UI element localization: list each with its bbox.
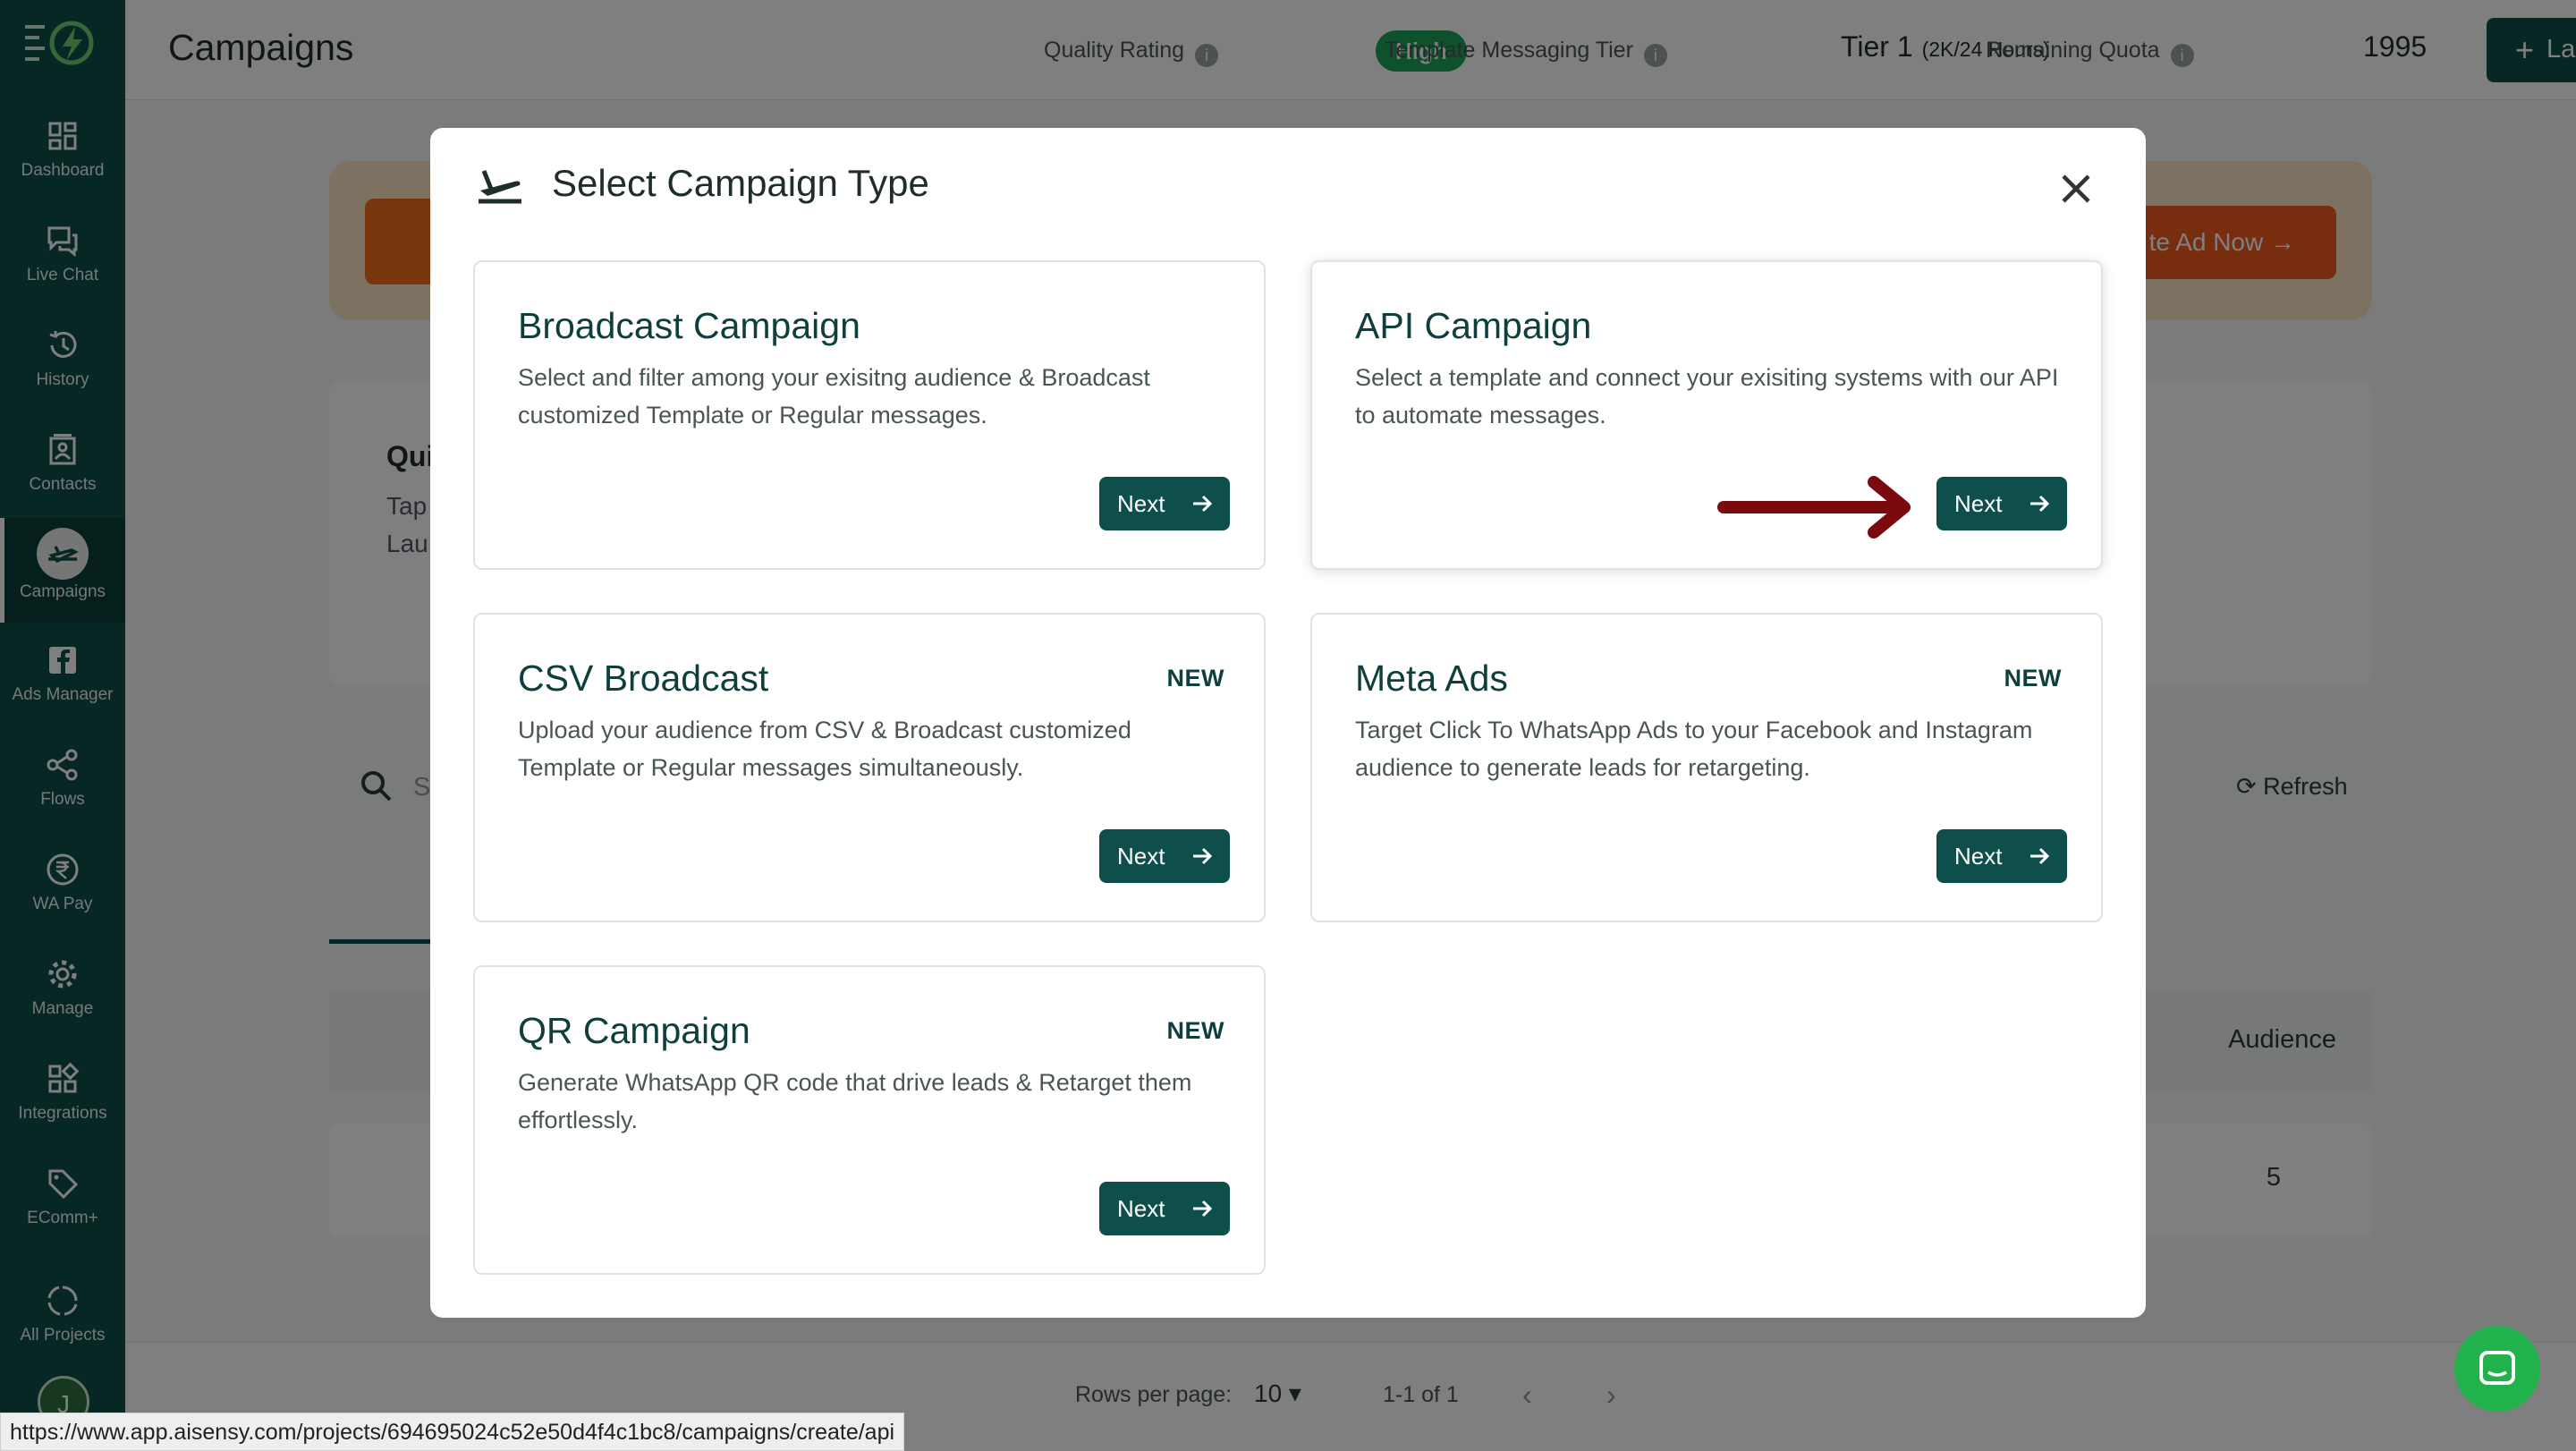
option-qr-campaign[interactable]: QR Campaign NEW Generate WhatsApp QR cod… [473, 965, 1266, 1275]
campaign-plane-icon [479, 170, 521, 204]
select-campaign-modal: Select Campaign Type Broadcast Campaign … [430, 128, 2146, 1318]
next-button[interactable]: Next [1099, 829, 1230, 883]
next-button[interactable]: Next [1099, 1182, 1230, 1235]
arrow-right-icon [1193, 495, 1213, 513]
chat-bubble-icon [2479, 1351, 2515, 1385]
chat-widget-button[interactable] [2454, 1326, 2540, 1412]
close-icon[interactable] [2053, 165, 2099, 212]
next-button[interactable]: Next [1936, 829, 2067, 883]
option-broadcast-campaign[interactable]: Broadcast Campaign Select and filter amo… [473, 260, 1266, 570]
arrow-right-icon [2030, 847, 2050, 865]
arrow-right-icon [1193, 1200, 1213, 1218]
next-button[interactable]: Next [1936, 477, 2067, 530]
option-csv-broadcast[interactable]: CSV Broadcast NEW Upload your audience f… [473, 613, 1266, 922]
new-badge: NEW [1166, 1017, 1224, 1044]
arrow-right-icon [2030, 495, 2050, 513]
annotation-arrow-icon [1717, 476, 1911, 539]
option-meta-ads[interactable]: Meta Ads NEW Target Click To WhatsApp Ad… [1310, 613, 2103, 922]
new-badge: NEW [1166, 665, 1224, 692]
new-badge: NEW [2004, 665, 2062, 692]
arrow-right-icon [1193, 847, 1213, 865]
modal-title: Select Campaign Type [552, 162, 929, 204]
status-bar-url: https://www.app.aisensy.com/projects/694… [0, 1413, 905, 1451]
next-button[interactable]: Next [1099, 477, 1230, 530]
option-api-campaign[interactable]: API Campaign Select a template and conne… [1310, 260, 2103, 570]
